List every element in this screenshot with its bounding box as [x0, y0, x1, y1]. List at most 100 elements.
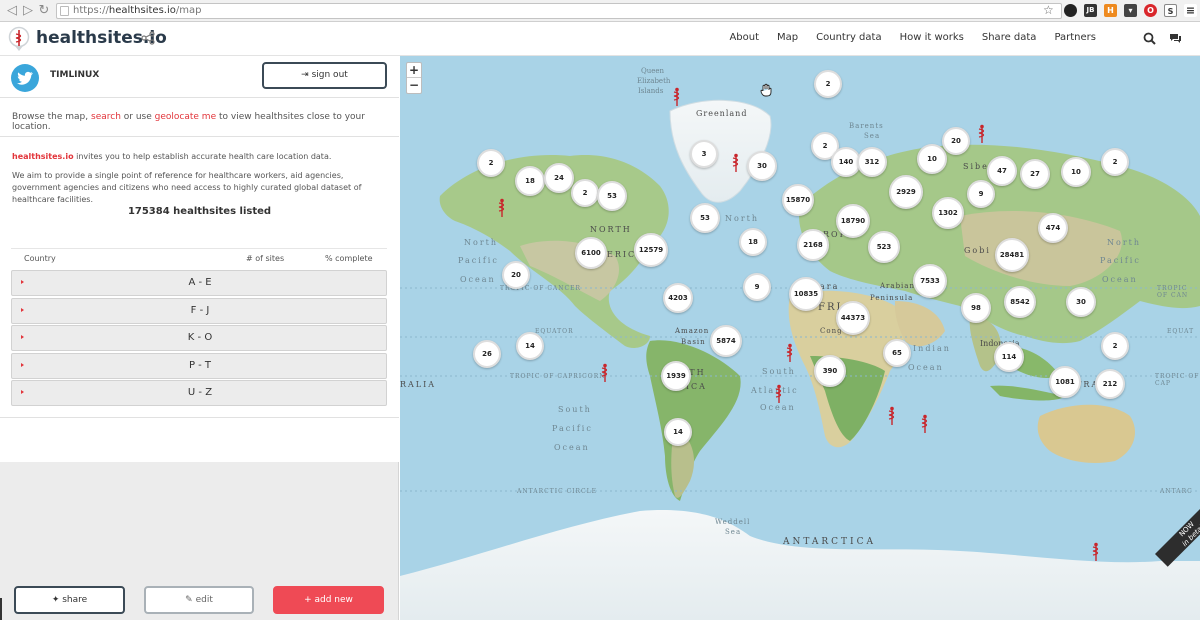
- cluster-marker[interactable]: 6100: [575, 237, 607, 269]
- cluster-marker[interactable]: 312: [857, 147, 887, 177]
- sign-out-button[interactable]: ⇥ sign out: [262, 62, 387, 89]
- edit-button[interactable]: ✎ edit: [144, 586, 254, 614]
- cluster-marker[interactable]: 27: [1020, 159, 1050, 189]
- cluster-marker[interactable]: 15870: [782, 184, 814, 216]
- healthsite-pin-icon[interactable]: [773, 384, 785, 404]
- add-new-button[interactable]: + add new: [273, 586, 384, 614]
- cluster-marker[interactable]: 98: [961, 293, 991, 323]
- zoom-in-button[interactable]: +: [407, 63, 421, 78]
- extension-opera-icon[interactable]: O: [1144, 4, 1157, 17]
- geolocate-link[interactable]: geolocate me: [155, 112, 216, 122]
- cluster-marker[interactable]: 2: [477, 149, 505, 177]
- extension-jb-icon[interactable]: JB: [1084, 4, 1097, 17]
- cluster-marker[interactable]: 474: [1038, 213, 1068, 243]
- url-bar[interactable]: https://healthsites.io/map: [56, 3, 1062, 19]
- cluster-marker[interactable]: 53: [690, 203, 720, 233]
- nav-share-data[interactable]: Share data: [982, 32, 1037, 43]
- logo-icon[interactable]: [8, 26, 30, 52]
- extension-pocket-icon[interactable]: ▾: [1124, 4, 1137, 17]
- cluster-marker[interactable]: 10: [1061, 157, 1091, 187]
- nav-map[interactable]: Map: [777, 32, 798, 43]
- cluster-marker[interactable]: 114: [994, 342, 1024, 372]
- map-label: RALIA: [400, 380, 437, 389]
- chat-icon[interactable]: [1169, 32, 1182, 45]
- share-icon[interactable]: [141, 31, 155, 45]
- cluster-marker[interactable]: 2929: [889, 175, 923, 209]
- extension-h-icon[interactable]: H: [1104, 4, 1117, 17]
- share-button[interactable]: ✦ share: [14, 586, 125, 614]
- username: TIMLINUX: [50, 70, 100, 80]
- cluster-marker[interactable]: 18: [739, 228, 767, 256]
- cluster-marker[interactable]: 2: [571, 179, 599, 207]
- zoom-out-button[interactable]: −: [407, 78, 421, 93]
- cluster-marker[interactable]: 10835: [789, 277, 823, 311]
- beta-ribbon: NOW in beta!: [1155, 497, 1200, 582]
- cluster-marker[interactable]: 14: [664, 418, 692, 446]
- healthsite-pin-icon[interactable]: [976, 124, 988, 144]
- back-icon[interactable]: ◁: [4, 3, 20, 19]
- healthsite-pin-icon[interactable]: [1090, 542, 1102, 562]
- cluster-marker[interactable]: 1081: [1049, 366, 1081, 398]
- cluster-marker[interactable]: 53: [597, 181, 627, 211]
- country-group-row[interactable]: F - J: [11, 298, 387, 324]
- reload-icon[interactable]: ↻: [36, 3, 52, 19]
- healthsite-pin-icon[interactable]: [599, 363, 611, 383]
- extension-moon-icon[interactable]: [1064, 4, 1077, 17]
- cluster-marker[interactable]: 7533: [913, 264, 947, 298]
- cluster-marker[interactable]: 18: [515, 166, 545, 196]
- healthsite-pin-icon[interactable]: [784, 343, 796, 363]
- cluster-marker[interactable]: 24: [544, 163, 574, 193]
- cluster-marker[interactable]: 20: [502, 261, 530, 289]
- nav-partners[interactable]: Partners: [1054, 32, 1096, 43]
- healthsite-pin-icon[interactable]: [496, 198, 508, 218]
- menu-icon[interactable]: ≡: [1184, 4, 1197, 17]
- cluster-marker[interactable]: 10: [917, 144, 947, 174]
- healthsite-pin-icon[interactable]: [886, 406, 898, 426]
- map-label: Basin: [681, 338, 706, 346]
- bookmark-star-icon[interactable]: ☆: [1043, 3, 1054, 17]
- country-group-row[interactable]: K - O: [11, 325, 387, 351]
- cluster-marker[interactable]: 18790: [836, 204, 870, 238]
- cluster-marker[interactable]: 2168: [797, 229, 829, 261]
- cluster-marker[interactable]: 4203: [663, 283, 693, 313]
- forward-icon[interactable]: ▷: [20, 3, 36, 19]
- country-group-row[interactable]: A - E: [11, 270, 387, 296]
- healthsite-pin-icon[interactable]: [671, 87, 683, 107]
- search-link[interactable]: search: [91, 112, 121, 122]
- cluster-marker[interactable]: 28481: [995, 238, 1029, 272]
- cluster-marker[interactable]: 26: [473, 340, 501, 368]
- twitter-icon: ✦: [51, 595, 60, 605]
- nav-country-data[interactable]: Country data: [816, 32, 881, 43]
- cluster-marker[interactable]: 8542: [1004, 286, 1036, 318]
- cluster-marker[interactable]: 20: [942, 127, 970, 155]
- cluster-marker[interactable]: 2: [1101, 332, 1129, 360]
- cluster-marker[interactable]: 523: [868, 231, 900, 263]
- cluster-marker[interactable]: 212: [1095, 369, 1125, 399]
- map-view[interactable]: + − Greenland Queen Elizabeth Islands Ba…: [400, 56, 1200, 620]
- cluster-marker[interactable]: 1302: [932, 197, 964, 229]
- cluster-marker[interactable]: 30: [747, 151, 777, 181]
- cluster-marker[interactable]: 390: [814, 355, 846, 387]
- map-label: Weddell: [715, 518, 751, 526]
- cluster-marker[interactable]: 2: [814, 70, 842, 98]
- nav-how-it-works[interactable]: How it works: [900, 32, 964, 43]
- cluster-marker[interactable]: 1939: [661, 361, 691, 391]
- cluster-marker[interactable]: 47: [987, 156, 1017, 186]
- cluster-marker[interactable]: 2: [1101, 148, 1129, 176]
- search-icon[interactable]: [1143, 32, 1156, 45]
- country-group-row[interactable]: U - Z: [11, 380, 387, 406]
- cluster-marker[interactable]: 65: [883, 339, 911, 367]
- cluster-marker[interactable]: 5874: [710, 325, 742, 357]
- cluster-marker[interactable]: 12579: [634, 233, 668, 267]
- cluster-marker[interactable]: 9: [967, 180, 995, 208]
- healthsite-pin-icon[interactable]: [919, 414, 931, 434]
- cluster-marker[interactable]: 30: [1066, 287, 1096, 317]
- healthsite-pin-icon[interactable]: [730, 153, 742, 173]
- country-group-row[interactable]: P - T: [11, 353, 387, 379]
- cluster-marker[interactable]: 9: [743, 273, 771, 301]
- cluster-marker[interactable]: 44373: [836, 301, 870, 335]
- cluster-marker[interactable]: 3: [690, 140, 718, 168]
- nav-about[interactable]: About: [729, 32, 759, 43]
- cluster-marker[interactable]: 14: [516, 332, 544, 360]
- extension-s-icon[interactable]: S: [1164, 4, 1177, 17]
